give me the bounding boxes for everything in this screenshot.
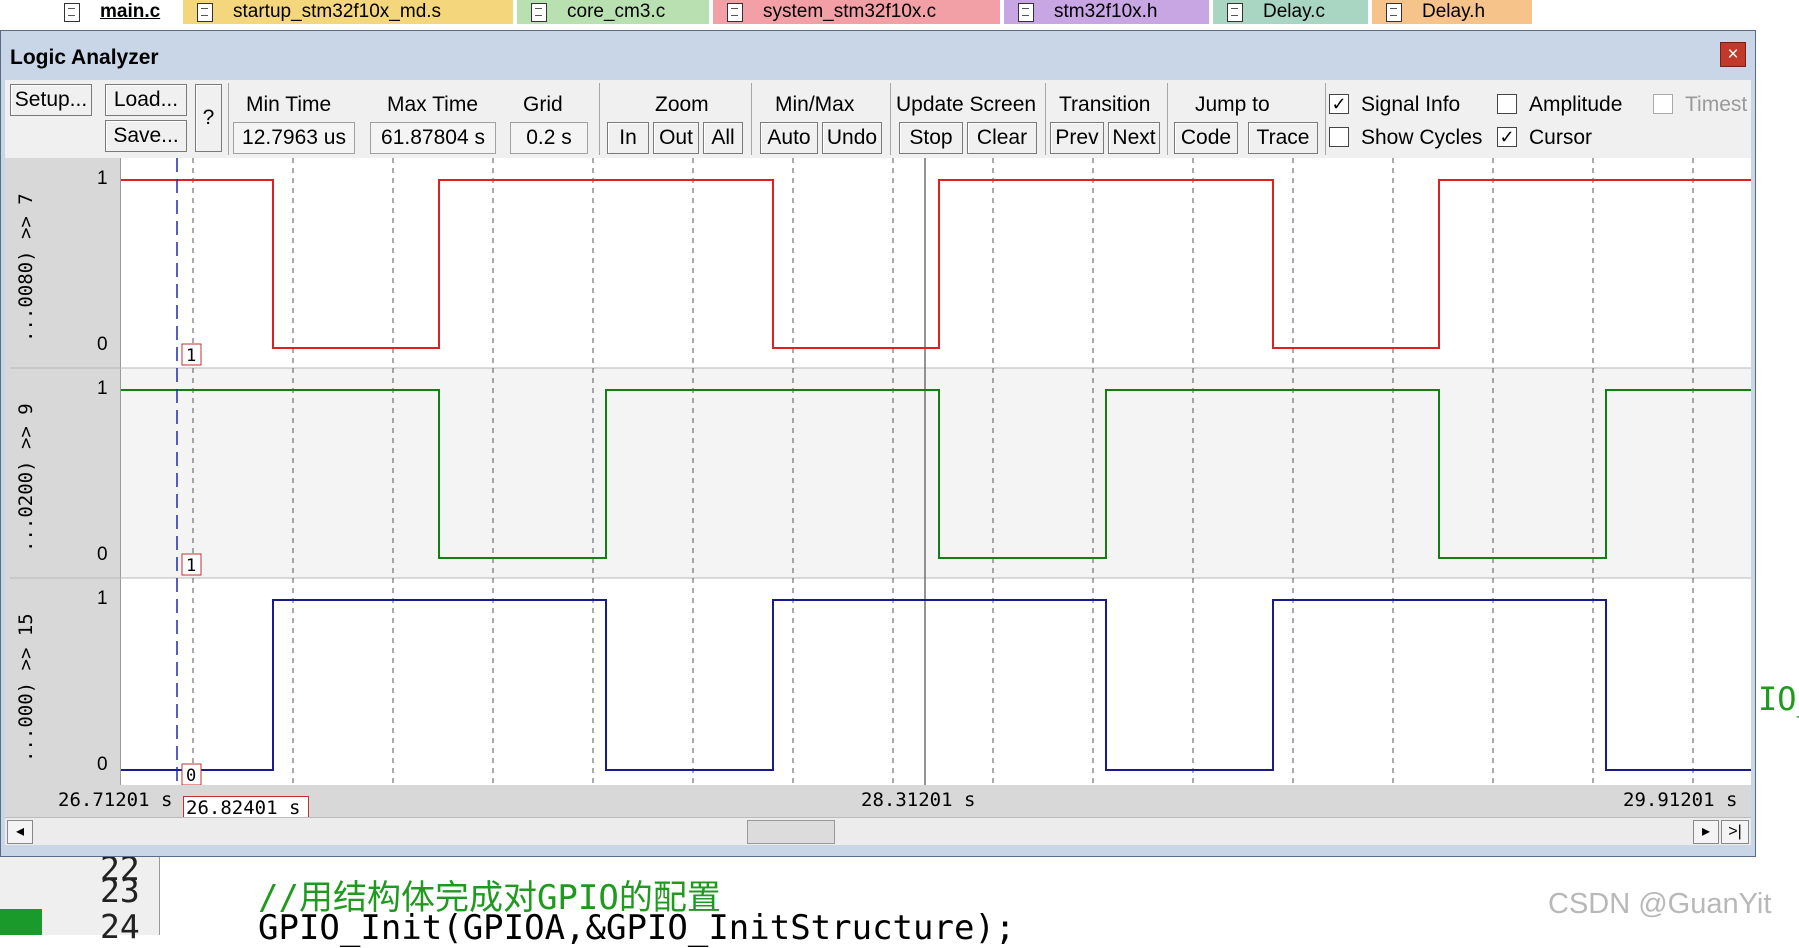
max-time-label: Max Time: [387, 93, 479, 116]
jump-trace-button[interactable]: Trace: [1248, 122, 1318, 154]
line-number: 24: [100, 907, 140, 946]
load-button[interactable]: Load...: [105, 84, 187, 116]
zoom-all-button[interactable]: All: [703, 122, 743, 154]
file-icon: [531, 2, 547, 22]
file-tab-label: system_stm32f10x.c: [763, 1, 937, 22]
waveform-area[interactable]: ...0080) >> 7 1 0 ...0200) >> 9 1 0 ...0…: [5, 158, 1751, 788]
zoom-in-button[interactable]: In: [607, 122, 649, 154]
toolbar-separator: [228, 83, 229, 155]
file-tab-bar: main.c startup_stm32f10x_md.s core_cm3.c…: [0, 0, 1799, 26]
toolbar-separator: [599, 83, 600, 155]
signal-info-label: Signal Info: [1361, 93, 1461, 116]
jump-to-label: Jump to: [1195, 93, 1270, 116]
cursor-checkbox[interactable]: ✓: [1497, 127, 1517, 147]
scrollbar-thumb[interactable]: [747, 820, 835, 844]
code-line: GPIO_Init(GPIOA,&GPIO_InitStructure);: [258, 908, 1016, 948]
time-axis-mid: 28.31201 s: [861, 789, 976, 811]
show-cycles-checkbox[interactable]: [1329, 127, 1349, 147]
toolbar-separator: [1325, 83, 1326, 155]
file-icon: [727, 2, 743, 22]
file-tab-system[interactable]: system_stm32f10x.c: [713, 0, 1000, 24]
code-fragment: IO_: [1758, 680, 1799, 718]
file-icon: [1227, 2, 1243, 22]
close-button[interactable]: ×: [1720, 42, 1746, 67]
signal-info-checkbox[interactable]: ✓: [1329, 94, 1349, 114]
signal-waveform-red: [121, 179, 1751, 349]
grid-value: 0.2 s: [510, 122, 588, 154]
file-tab-label: startup_stm32f10x_md.s: [233, 1, 442, 22]
setup-button[interactable]: Setup...: [10, 84, 92, 116]
minmax-auto-button[interactable]: Auto: [760, 122, 818, 154]
grid-label: Grid: [523, 93, 563, 116]
stop-button[interactable]: Stop: [899, 122, 963, 154]
cursor-label: Cursor: [1529, 126, 1593, 149]
save-button[interactable]: Save...: [105, 120, 187, 152]
amplitude-checkbox[interactable]: [1497, 94, 1517, 114]
scroll-right-arrow-icon[interactable]: ▸: [1693, 820, 1719, 844]
waveform-canvas: 1 1 0: [10, 158, 1751, 785]
file-tab-label: Delay.h: [1422, 1, 1486, 22]
cursor-value: 1: [186, 556, 196, 576]
zoom-label: Zoom: [655, 93, 709, 116]
toolbar-separator: [890, 83, 891, 155]
file-tab-core-cm3[interactable]: core_cm3.c: [517, 0, 709, 24]
max-time-value: 61.87804 s: [370, 122, 496, 154]
show-cycles-label: Show Cycles: [1361, 126, 1483, 149]
line-number-gutter: 22 23 24: [0, 849, 160, 946]
scroll-left-arrow-icon[interactable]: ◂: [7, 820, 33, 844]
line-number: 23: [100, 871, 140, 910]
analyzer-toolbar: Setup... Load... Save... ? Min Time 12.7…: [5, 80, 1751, 158]
horizontal-scrollbar[interactable]: ◂ ▸ >|: [5, 817, 1751, 845]
toolbar-separator: [1167, 83, 1168, 155]
file-icon: [1386, 2, 1402, 22]
file-tab-label: Delay.c: [1263, 1, 1325, 22]
file-tab-main-c[interactable]: main.c: [50, 0, 178, 24]
cursor-value: 1: [186, 346, 196, 366]
timestamps-label: Timest: [1685, 93, 1748, 116]
file-tab-delay-h[interactable]: Delay.h: [1372, 0, 1532, 24]
file-tab-label: stm32f10x.h: [1054, 1, 1158, 22]
window-title: Logic Analyzer: [10, 46, 159, 69]
toolbar-separator: [751, 83, 752, 155]
signal-waveform-blue: [121, 599, 1751, 771]
transition-label: Transition: [1059, 93, 1151, 116]
min-time-label: Min Time: [246, 93, 332, 116]
prev-transition-button[interactable]: Prev: [1050, 122, 1104, 154]
file-icon: [1018, 2, 1034, 22]
file-tab-label: main.c: [100, 1, 161, 22]
scroll-to-end-button[interactable]: >|: [1721, 820, 1749, 844]
jump-code-button[interactable]: Code: [1174, 122, 1238, 154]
time-axis-end: 29.91201 s: [1623, 789, 1738, 811]
minmax-undo-button[interactable]: Undo: [822, 122, 882, 154]
update-screen-label: Update Screen: [896, 93, 1037, 116]
clear-button[interactable]: Clear: [967, 122, 1037, 154]
next-transition-button[interactable]: Next: [1108, 122, 1160, 154]
signal-row-band: [121, 368, 1751, 578]
cursor-value: 0: [186, 766, 196, 785]
min-time-value: 12.7963 us: [233, 122, 355, 154]
minmax-label: Min/Max: [775, 93, 855, 116]
breakpoint-marker: [0, 909, 42, 935]
file-icon: [64, 2, 80, 22]
time-axis-start: 26.71201 s: [58, 789, 173, 811]
timestamps-checkbox[interactable]: [1653, 94, 1673, 114]
zoom-out-button[interactable]: Out: [653, 122, 699, 154]
help-button[interactable]: ?: [195, 84, 222, 152]
file-tab-delay-c[interactable]: Delay.c: [1213, 0, 1368, 24]
file-tab-label: core_cm3.c: [567, 1, 666, 22]
file-icon: [197, 2, 213, 22]
toolbar-separator: [1045, 83, 1046, 155]
amplitude-label: Amplitude: [1529, 93, 1623, 116]
file-tab-stm32f10x-h[interactable]: stm32f10x.h: [1004, 0, 1209, 24]
watermark: CSDN @GuanYit: [1548, 888, 1772, 920]
time-axis: 26.71201 s 26.82401 s 28.31201 s 29.9120…: [5, 785, 1751, 820]
file-tab-startup[interactable]: startup_stm32f10x_md.s: [183, 0, 513, 24]
